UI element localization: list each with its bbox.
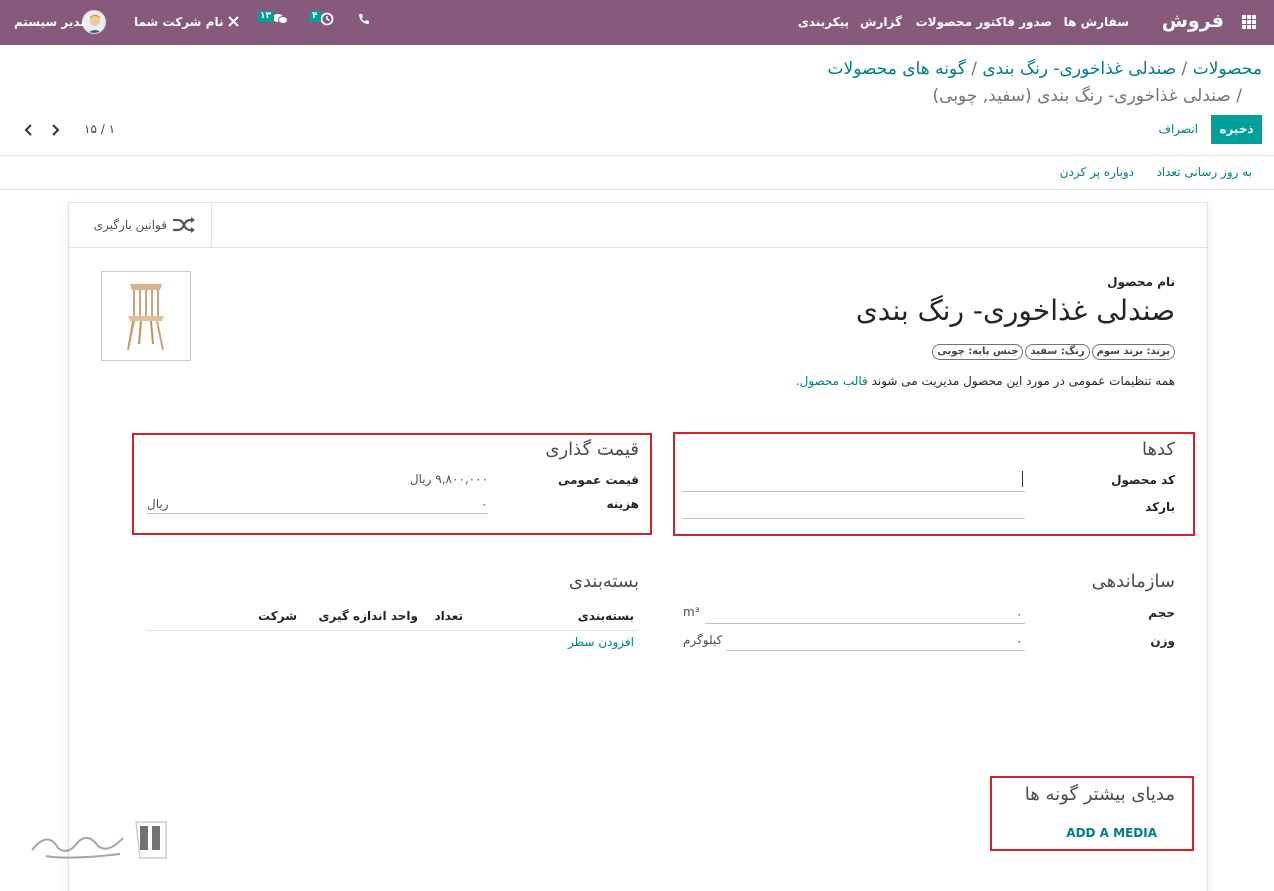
- top-navbar: فروش سفارش ها صدور فاکتور محصولات گزارش …: [0, 0, 1274, 45]
- column-uom[interactable]: واحد اندازه گیری: [318, 609, 418, 623]
- packaging-header-divider: [147, 630, 637, 631]
- volume-input[interactable]: ۰: [1016, 607, 1022, 621]
- chair-image: [127, 284, 164, 350]
- messages-badge: ۱۳: [257, 11, 274, 22]
- app-name[interactable]: فروش: [1162, 10, 1224, 32]
- weight-label: وزن: [1150, 634, 1175, 648]
- add-line-button[interactable]: افزودن سطر: [568, 635, 634, 649]
- messages-icon[interactable]: [272, 12, 290, 30]
- watermark-logo: [28, 820, 170, 868]
- menu-products[interactable]: محصولات: [916, 15, 972, 29]
- activity-badge: ۴: [309, 11, 321, 22]
- user-menu[interactable]: مدیر سیستم: [14, 15, 88, 29]
- control-divider: [0, 155, 1274, 156]
- debug-tools-icon[interactable]: [227, 15, 241, 29]
- putaway-rules-label: قوانین بارگیری: [93, 218, 167, 232]
- volume-label: حجم: [1148, 606, 1175, 620]
- product-name[interactable]: صندلی غذاخوری- رنگ بندی: [856, 294, 1175, 327]
- discard-button[interactable]: انصراف: [1159, 122, 1198, 136]
- weight-input[interactable]: ۰: [1016, 634, 1022, 648]
- attribute-tag: جنس پایه: چوبی: [932, 344, 1024, 360]
- volume-unit: m³: [683, 605, 700, 619]
- breadcrumb-template[interactable]: صندلی غذاخوری- رنگ بندی: [982, 59, 1176, 79]
- pager-next-icon[interactable]: [50, 124, 62, 136]
- pricing-highlight: [132, 433, 652, 535]
- packaging-title: بسته‌بندی: [568, 571, 639, 592]
- pager-previous-icon[interactable]: [24, 124, 36, 136]
- button-box-divider: [69, 247, 1207, 248]
- update-quantity-button[interactable]: به روز رسانی تعداد: [1156, 165, 1252, 179]
- logistics-title: سازماندهی: [1091, 571, 1175, 592]
- attribute-tag: برند: برند سوم: [1091, 344, 1175, 360]
- weight-underline: [726, 650, 1025, 651]
- product-template-link[interactable]: قالب محصول.: [796, 374, 868, 388]
- column-company[interactable]: شرکت: [258, 609, 297, 623]
- weight-unit: کیلوگرم: [683, 633, 723, 647]
- putaway-rules-button[interactable]: قوانین بارگیری: [69, 203, 212, 247]
- replenish-button[interactable]: دوباره پر کردن: [1060, 165, 1134, 179]
- company-switcher[interactable]: نام شرکت شما: [134, 15, 223, 29]
- attribute-tags: برند: برند سومرنگ: سفیدجنس پایه: چوبی: [930, 343, 1175, 360]
- breadcrumb: محصولات / صندلی غذاخوری- رنگ بندی / گونه…: [827, 59, 1262, 79]
- menu-configuration[interactable]: پیکربندی: [798, 15, 849, 29]
- save-button[interactable]: ذخیره: [1211, 115, 1262, 144]
- shuffle-icon: [172, 216, 196, 234]
- breadcrumb-current: / صندلی غذاخوری- رنگ بندی (سفید, چوبی): [932, 86, 1242, 106]
- menu-reporting[interactable]: گزارش: [860, 15, 902, 29]
- volume-underline: [705, 623, 1025, 624]
- codes-highlight: [673, 432, 1195, 536]
- template-info-text: همه تنظیمات عمومی در مورد این محصول مدیر…: [795, 374, 1175, 388]
- media-highlight: [990, 776, 1194, 851]
- activity-clock-icon[interactable]: [320, 12, 338, 30]
- breadcrumb-products[interactable]: محصولات: [1193, 59, 1262, 79]
- product-image[interactable]: [101, 271, 191, 361]
- menu-invoicing[interactable]: صدور فاکتور: [976, 15, 1052, 29]
- product-name-label: نام محصول: [1107, 275, 1175, 289]
- statusbar-divider: [0, 189, 1274, 190]
- column-packaging[interactable]: بسته‌بندی: [578, 609, 634, 623]
- apps-menu-icon[interactable]: [1242, 15, 1256, 29]
- menu-orders[interactable]: سفارش ها: [1064, 15, 1129, 29]
- column-quantity[interactable]: تعداد: [435, 609, 463, 623]
- breadcrumb-variants[interactable]: گونه های محصولات: [828, 59, 966, 79]
- pager-value[interactable]: ۱ / ۱۵: [84, 122, 115, 136]
- phone-icon[interactable]: [358, 13, 372, 29]
- attribute-tag: رنگ: سفید: [1025, 344, 1090, 360]
